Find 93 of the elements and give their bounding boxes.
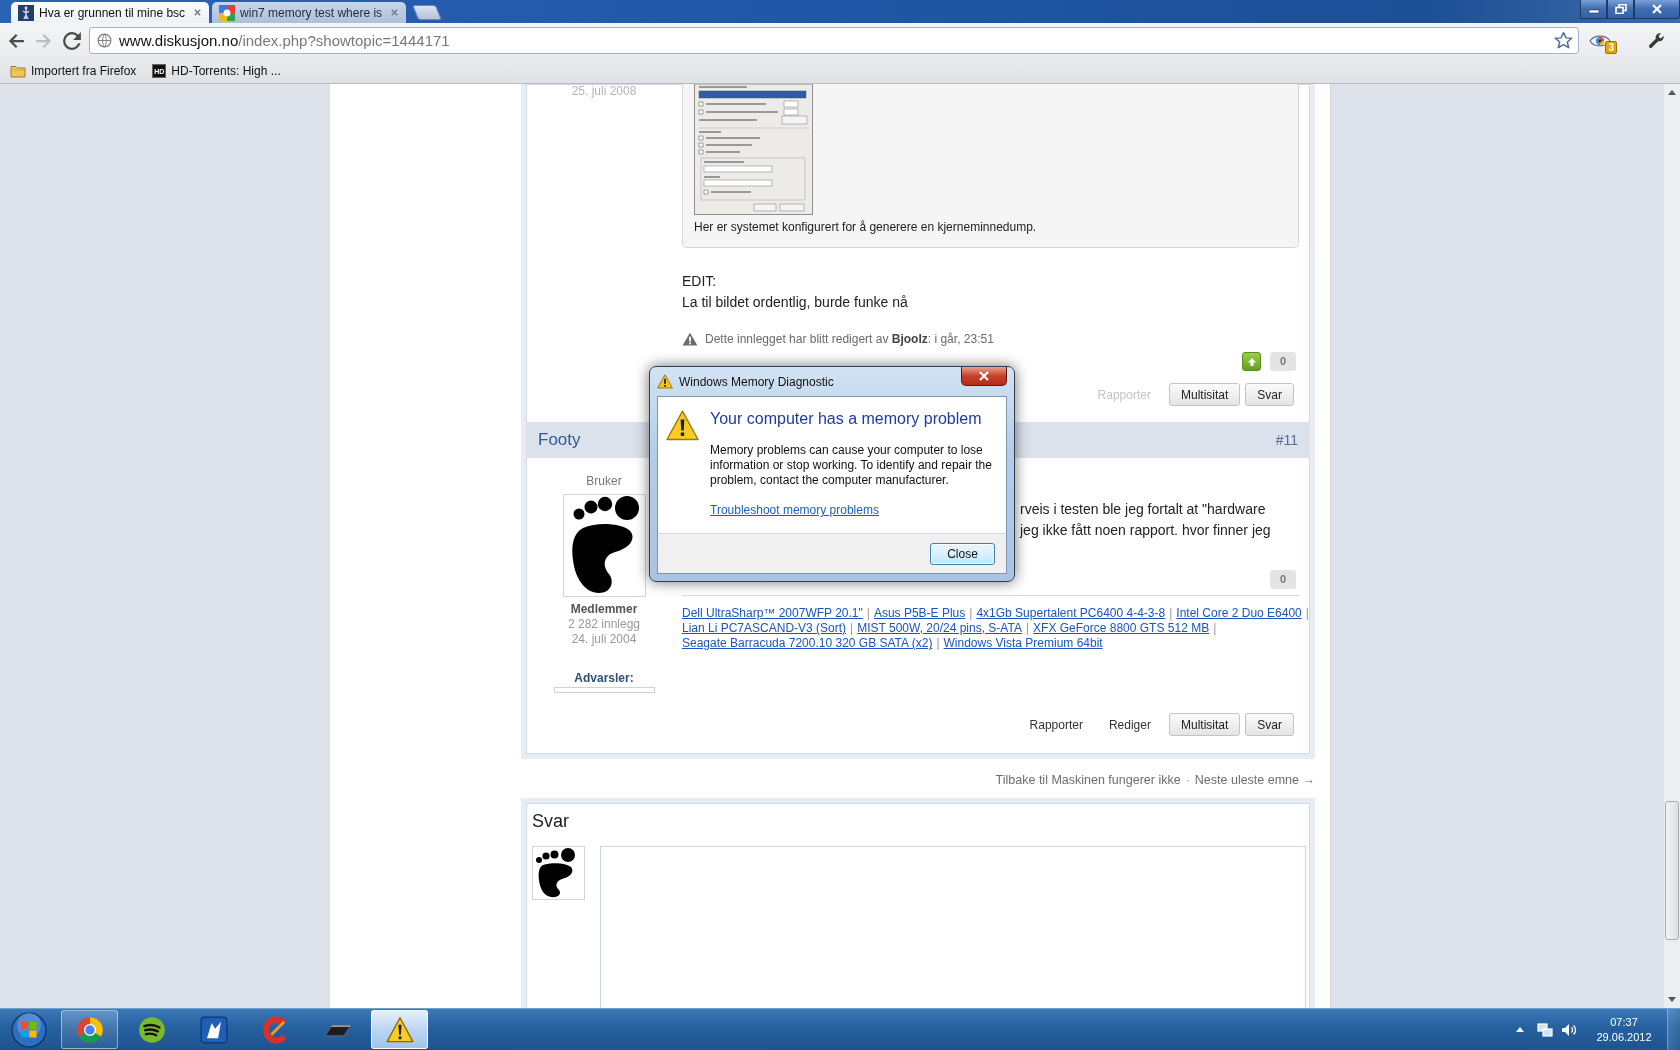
warnings-label: Advarsler: xyxy=(574,670,634,686)
up-arrow-icon xyxy=(1246,356,1257,367)
dialog-heading: Your computer has a memory problem xyxy=(710,409,982,429)
member-group: Medlemmer xyxy=(570,602,638,617)
new-tab-button[interactable] xyxy=(412,5,443,20)
address-field[interactable]: www.diskusjon.no/index.php?showtopic=1444171 xyxy=(89,27,1579,54)
post-number[interactable]: #11 xyxy=(1275,432,1298,448)
action-link[interactable]: Rediger xyxy=(1095,717,1164,732)
wrench-icon xyxy=(1647,32,1665,49)
footprint-icon xyxy=(562,494,646,597)
signature-link[interactable]: Seagate Barracuda 7200.10 320 GB SATA (x2) xyxy=(682,636,933,651)
restore-icon xyxy=(1614,4,1627,14)
link-separator: | xyxy=(1305,606,1309,621)
close-icon[interactable] xyxy=(193,8,203,17)
bookmark-item[interactable]: Importert fra Firefox xyxy=(7,63,140,78)
warning-icon xyxy=(682,332,698,346)
close-button[interactable]: Close xyxy=(930,542,995,565)
action-button[interactable]: Multisitat xyxy=(1168,383,1241,406)
app-tile-icon xyxy=(199,1015,228,1044)
footprint-icon xyxy=(532,846,585,900)
forward-icon xyxy=(35,31,53,50)
browser-tab[interactable]: Hva er grunnen til mine bsc xyxy=(11,2,210,23)
next-topic-link[interactable]: Neste uleste emne → xyxy=(1194,772,1315,788)
tiles-icon xyxy=(219,4,236,21)
action-button[interactable]: Svar xyxy=(1245,713,1294,736)
link-separator: | xyxy=(850,621,854,636)
image-caption: Her er systemet konfigurert for å generere en kjerneminnedump. xyxy=(694,219,1038,236)
post-date: 25. juli 2008 xyxy=(570,84,638,98)
window-close-button[interactable] xyxy=(1634,0,1680,19)
scrollbar-thumb[interactable] xyxy=(1665,801,1679,940)
color-wheel-icon xyxy=(75,1015,104,1044)
up-arrow-icon xyxy=(1668,90,1676,95)
warning-icon xyxy=(657,374,673,389)
action-button[interactable]: Multisitat xyxy=(1168,713,1241,736)
dialog-title: Windows Memory Diagnostic xyxy=(679,374,834,389)
reputation-count: 0 xyxy=(1270,570,1296,589)
link-separator: | xyxy=(1169,606,1173,621)
caret-icon xyxy=(1516,1027,1524,1032)
signature-link[interactable]: Asus P5B-E Plus xyxy=(873,606,966,621)
minimize-button[interactable] xyxy=(1580,0,1607,19)
signature-link[interactable]: Intel Core 2 Duo E6400 xyxy=(1176,606,1302,621)
reply-title: Svar xyxy=(532,810,570,832)
action-link[interactable]: Rapporter xyxy=(1016,717,1096,732)
post-count: 2 282 innlegg xyxy=(567,617,641,632)
link-separator: | xyxy=(936,636,940,651)
upvote-button[interactable] xyxy=(1242,352,1261,371)
action-button[interactable]: Svar xyxy=(1245,383,1294,406)
browser-tab[interactable]: win7 memory test where is xyxy=(212,2,407,23)
warning-icon xyxy=(666,410,699,441)
folder-icon xyxy=(10,63,26,78)
join-date: 24. juli 2004 xyxy=(571,632,637,647)
post-text: EDIT: xyxy=(682,272,718,291)
taskbar-button[interactable] xyxy=(371,1010,428,1049)
scrollbar[interactable] xyxy=(1663,84,1680,1008)
taskbar-button[interactable] xyxy=(61,1010,118,1049)
signature-link[interactable]: Lian Li PC7ASCAND-V3 (Sort) xyxy=(682,621,847,636)
star-icon xyxy=(1553,31,1573,50)
troubleshoot-link[interactable]: Troubleshoot memory problems xyxy=(710,503,879,518)
globe-icon xyxy=(97,33,112,48)
signature-link[interactable]: MIST 500W, 20/24 pins, S-ATA xyxy=(857,621,1022,636)
signature-link[interactable]: 4x1Gb Supertalent PC6400 4-4-3-8 xyxy=(976,606,1166,621)
edit-note: Dette innlegget har blitt redigert av Bjoolz: i går, 23:51 xyxy=(705,332,994,346)
post-text: rveis i testen ble jeg fortalt at "hardware xyxy=(1020,500,1267,519)
close-icon[interactable] xyxy=(390,8,400,17)
figure-icon xyxy=(18,4,34,21)
link-separator: | xyxy=(866,606,870,621)
warning-icon xyxy=(385,1015,414,1044)
link-separator: | xyxy=(1025,621,1030,636)
user-title: Bruker xyxy=(586,473,622,489)
start-orb-icon xyxy=(11,1011,47,1048)
signature-link[interactable]: XFX GeForce 8800 GTS 512 MB xyxy=(1033,621,1210,636)
network-icon[interactable] xyxy=(1537,1021,1553,1038)
signature-link[interactable]: Dell UltraSharp™ 2007WFP 20.1" xyxy=(682,606,863,621)
post-text: La til bildet ordentlig, burde funke nå xyxy=(682,293,909,312)
close-icon xyxy=(978,371,990,381)
post-text: jeg ikke fått noen rapport. hvor finner jeg xyxy=(1020,521,1272,540)
nav-separator: · xyxy=(1185,772,1190,788)
count-badge: 3 xyxy=(1605,40,1617,54)
title-close-button[interactable] xyxy=(961,367,1007,386)
link-separator: | xyxy=(969,606,973,621)
previous-topic-link[interactable]: Tilbake til Maskinen fungerer ikke xyxy=(995,772,1181,788)
author-name[interactable]: Footy xyxy=(538,430,581,450)
back-icon xyxy=(7,31,25,50)
dialog-message: Memory problems can cause your computer to lose information or stop working. To identify and repair the problem, contact the computer manufacturer. xyxy=(710,443,993,488)
down-arrow-icon xyxy=(1668,997,1676,1002)
close-icon xyxy=(1651,4,1663,14)
restore-button[interactable] xyxy=(1607,0,1634,19)
signature-link[interactable]: Windows Vista Premium 64bit xyxy=(943,636,1103,651)
sound-waves-icon xyxy=(137,1015,166,1044)
reload-icon xyxy=(63,31,81,50)
link-separator: | xyxy=(1213,621,1217,636)
reputation-count: 0 xyxy=(1270,352,1296,371)
clock[interactable]: 07:37 29.06.2012 xyxy=(1587,1014,1661,1045)
